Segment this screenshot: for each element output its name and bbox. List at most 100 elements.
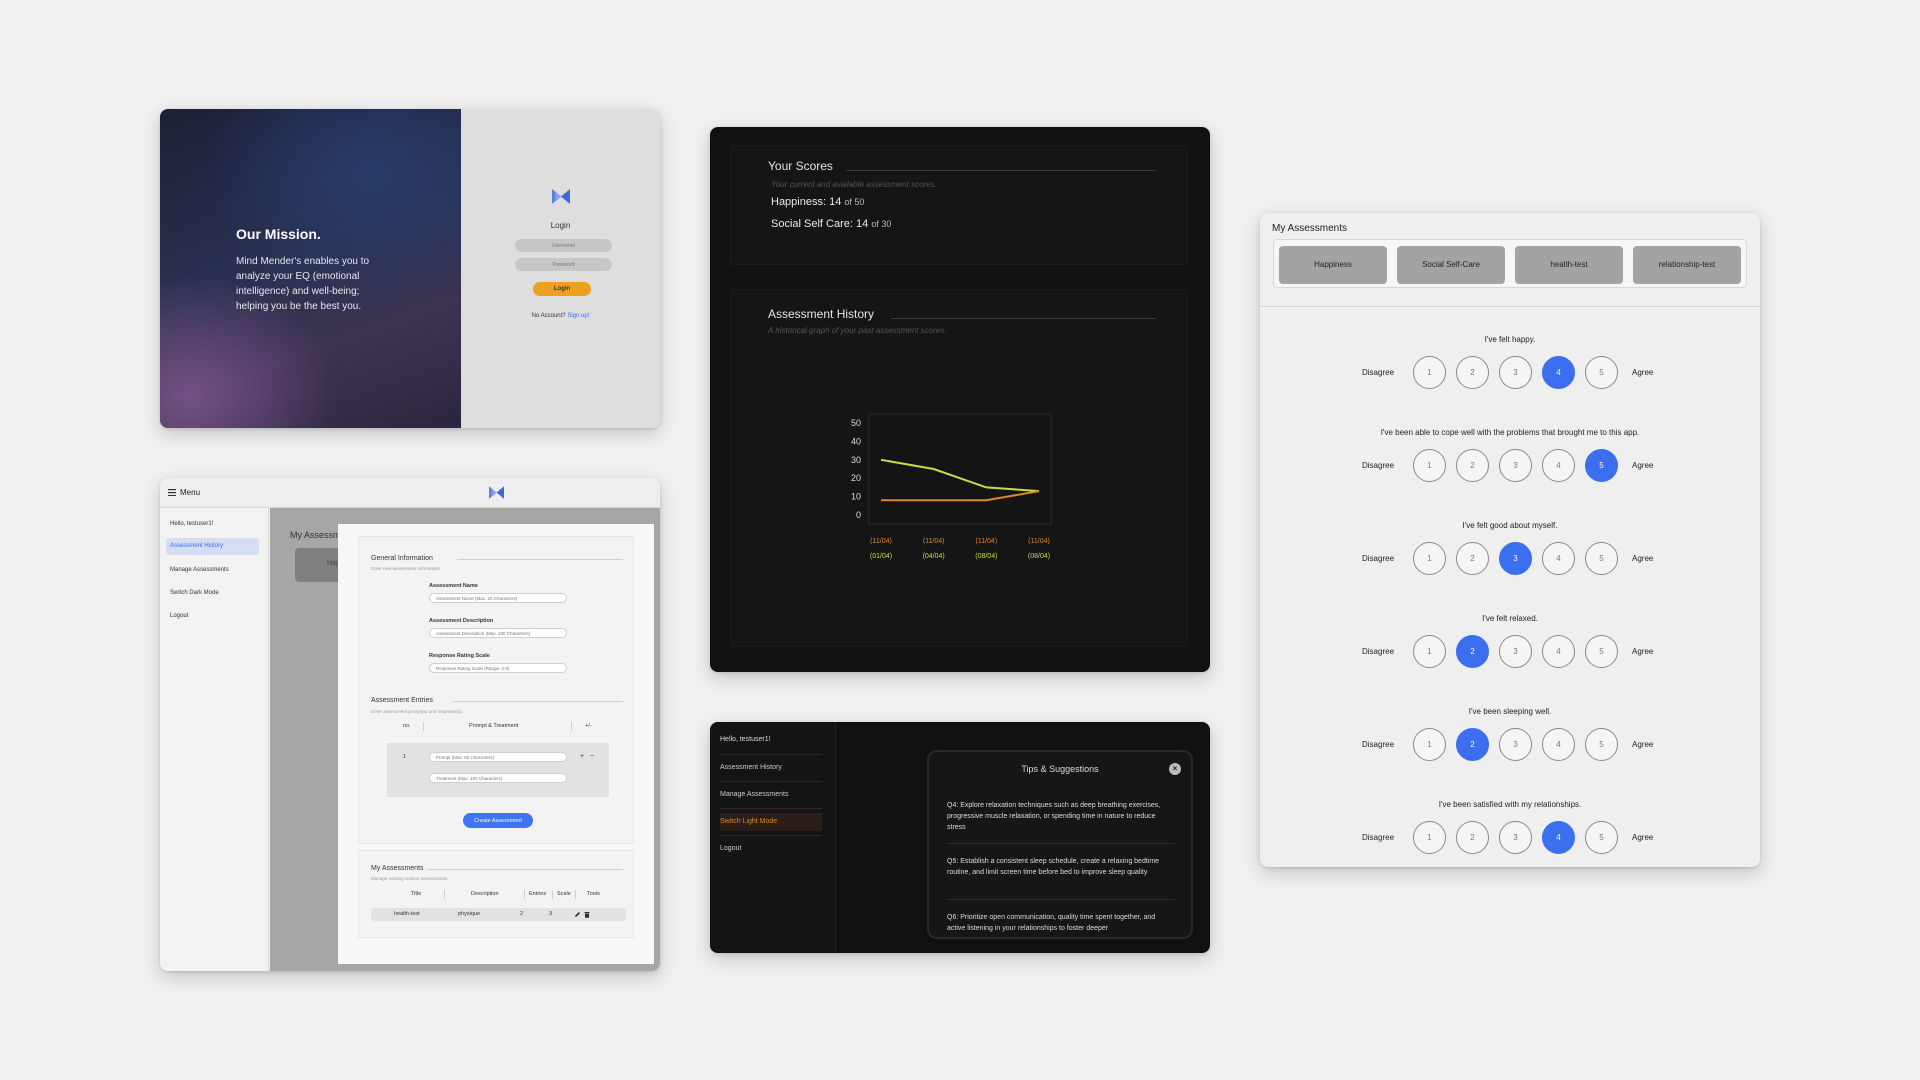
rating-option-4[interactable]: 4 — [1542, 728, 1575, 761]
tip-divider — [947, 899, 1175, 900]
tab-relationship-test[interactable]: relationship-test — [1633, 246, 1741, 284]
disagree-label: Disagree — [1362, 740, 1395, 749]
rating-option-2[interactable]: 2 — [1456, 449, 1489, 482]
prompt-input[interactable] — [429, 752, 567, 762]
hamburger-icon — [168, 489, 176, 496]
tab-health-test[interactable]: health-test — [1515, 246, 1623, 284]
sidebar-greeting: Hello, testuser1! — [720, 736, 771, 743]
table-header-title: Title — [411, 891, 422, 897]
my-assessments-title: My Assessments — [371, 865, 424, 872]
pencil-icon[interactable] — [574, 911, 581, 918]
y-tick-label: 10 — [851, 492, 861, 502]
rating-option-5[interactable]: 5 — [1585, 728, 1618, 761]
bowtie-logo-icon — [552, 189, 570, 204]
row-description: physique — [458, 911, 481, 917]
scores-panel: Your Scores Your current and available a… — [710, 127, 1210, 672]
rating-option-3[interactable]: 3 — [1499, 821, 1532, 854]
mission-text: Mind Mender's enables you to analyze you… — [236, 256, 370, 312]
username-input[interactable] — [515, 239, 612, 252]
my-assessments-subtitle: Manage existing custom assessments. — [371, 876, 449, 881]
add-entry-button[interactable]: + — [580, 753, 584, 760]
rating-option-5[interactable]: 5 — [1585, 821, 1618, 854]
y-tick-label: 50 — [851, 418, 861, 428]
tab-happiness[interactable]: Happiness — [1279, 246, 1387, 284]
tip-item: Q6: Prioritize open communication, quali… — [947, 914, 1156, 932]
rating-option-5[interactable]: 5 — [1585, 449, 1618, 482]
rating-option-5[interactable]: 5 — [1585, 542, 1618, 575]
rating-option-1[interactable]: 1 — [1413, 821, 1446, 854]
tips-modal: Tips & Suggestions × Q4: Explore relaxat… — [927, 750, 1193, 939]
trash-icon[interactable] — [584, 911, 590, 918]
login-title: Login — [550, 221, 571, 230]
tip-divider — [947, 843, 1175, 844]
rating-option-4[interactable]: 4 — [1542, 635, 1575, 668]
tab-social-self-care[interactable]: Social Self-Care — [1397, 246, 1505, 284]
create-assessment-button[interactable]: Create Assessment — [463, 813, 533, 828]
sidebar-divider — [720, 835, 822, 836]
row-title: health-test — [394, 911, 420, 917]
sidebar-item-logout[interactable]: Logout — [166, 608, 259, 625]
tip-item: Q5: Establish a consistent sleep schedul… — [947, 858, 1160, 876]
close-icon[interactable]: × — [1169, 763, 1181, 775]
y-tick-label: 0 — [856, 510, 861, 520]
table-header-tools: Tools — [587, 891, 600, 897]
question-text: I've felt good about myself. — [1462, 521, 1558, 530]
sidebar-item-switch-light-mode[interactable]: Switch Light Mode — [720, 813, 822, 831]
menu-toggle[interactable]: Menu — [168, 488, 200, 497]
rating-option-1[interactable]: 1 — [1413, 635, 1446, 668]
sidebar-item-assessment-history[interactable]: Assessment History — [720, 759, 822, 777]
menu-label: Menu — [180, 488, 201, 497]
treatment-input[interactable] — [429, 773, 567, 783]
disagree-label: Disagree — [1362, 368, 1395, 377]
my-assessments-title: My Assessments — [1272, 223, 1348, 234]
rating-option-3[interactable]: 3 — [1499, 449, 1532, 482]
assessment-name-input[interactable] — [429, 593, 567, 603]
rating-option-5[interactable]: 5 — [1585, 635, 1618, 668]
rating-option-1[interactable]: 1 — [1413, 542, 1446, 575]
question-text: I've been sleeping well. — [1468, 707, 1552, 716]
disagree-label: Disagree — [1362, 461, 1395, 470]
rating-option-4[interactable]: 4 — [1542, 542, 1575, 575]
background-page-title: My Assessm — [290, 530, 341, 540]
assessment-history-chart: 0 10 20 30 40 50 (11/04) (11/04) (11/04) (11/04) (… — [851, 413, 1052, 560]
rating-option-3[interactable]: 3 — [1499, 356, 1532, 389]
rating-option-1[interactable]: 1 — [1413, 728, 1446, 761]
sidebar-item-switch-dark-mode[interactable]: Switch Dark Mode — [166, 585, 259, 602]
rating-option-2[interactable]: 2 — [1456, 542, 1489, 575]
rating-option-1[interactable]: 1 — [1413, 449, 1446, 482]
rating-option-3[interactable]: 3 — [1499, 635, 1532, 668]
rating-option-3[interactable]: 3 — [1499, 728, 1532, 761]
login-panel: Our Mission. Mind Mender's enables you t… — [160, 109, 660, 428]
response-scale-input[interactable] — [429, 663, 567, 673]
rating-option-2[interactable]: 2 — [1456, 356, 1489, 389]
sidebar-item-assessment-history[interactable]: Assessment History — [166, 538, 259, 555]
sidebar-item-logout[interactable]: Logout — [720, 840, 822, 858]
remove-entry-button[interactable]: − — [590, 753, 594, 760]
column-separator — [575, 890, 576, 899]
password-input[interactable] — [515, 258, 612, 271]
general-information-subtitle: Enter new assessment information. — [371, 566, 442, 571]
rating-option-2[interactable]: 2 — [1456, 821, 1489, 854]
column-header-plus-minus: +/- — [585, 723, 592, 729]
section-divider — [457, 559, 623, 560]
sidebar-item-manage-assessments[interactable]: Manage Assessments — [166, 562, 259, 579]
assessment-name-label: Assessment Name — [429, 583, 478, 589]
login-button[interactable]: Login — [533, 282, 591, 296]
sidebar-divider — [720, 808, 822, 809]
rating-option-4[interactable]: 4 — [1542, 449, 1575, 482]
sign-up-link[interactable]: Sign up! — [567, 313, 589, 319]
rating-option-1[interactable]: 1 — [1413, 356, 1446, 389]
question-text: I've been satisfied with my relationship… — [1438, 800, 1582, 809]
y-tick-label: 20 — [851, 473, 861, 483]
rating-option-2[interactable]: 2 — [1456, 728, 1489, 761]
rating-option-4[interactable]: 4 — [1542, 356, 1575, 389]
agree-label: Agree — [1632, 740, 1654, 749]
rating-option-2[interactable]: 2 — [1456, 635, 1489, 668]
rating-option-4[interactable]: 4 — [1542, 821, 1575, 854]
rating-option-5[interactable]: 5 — [1585, 356, 1618, 389]
assessment-description-input[interactable] — [429, 628, 567, 638]
table-header-entries: Entries — [529, 891, 547, 897]
sidebar-item-manage-assessments[interactable]: Manage Assessments — [720, 786, 822, 804]
disagree-label: Disagree — [1362, 647, 1395, 656]
rating-option-3[interactable]: 3 — [1499, 542, 1532, 575]
